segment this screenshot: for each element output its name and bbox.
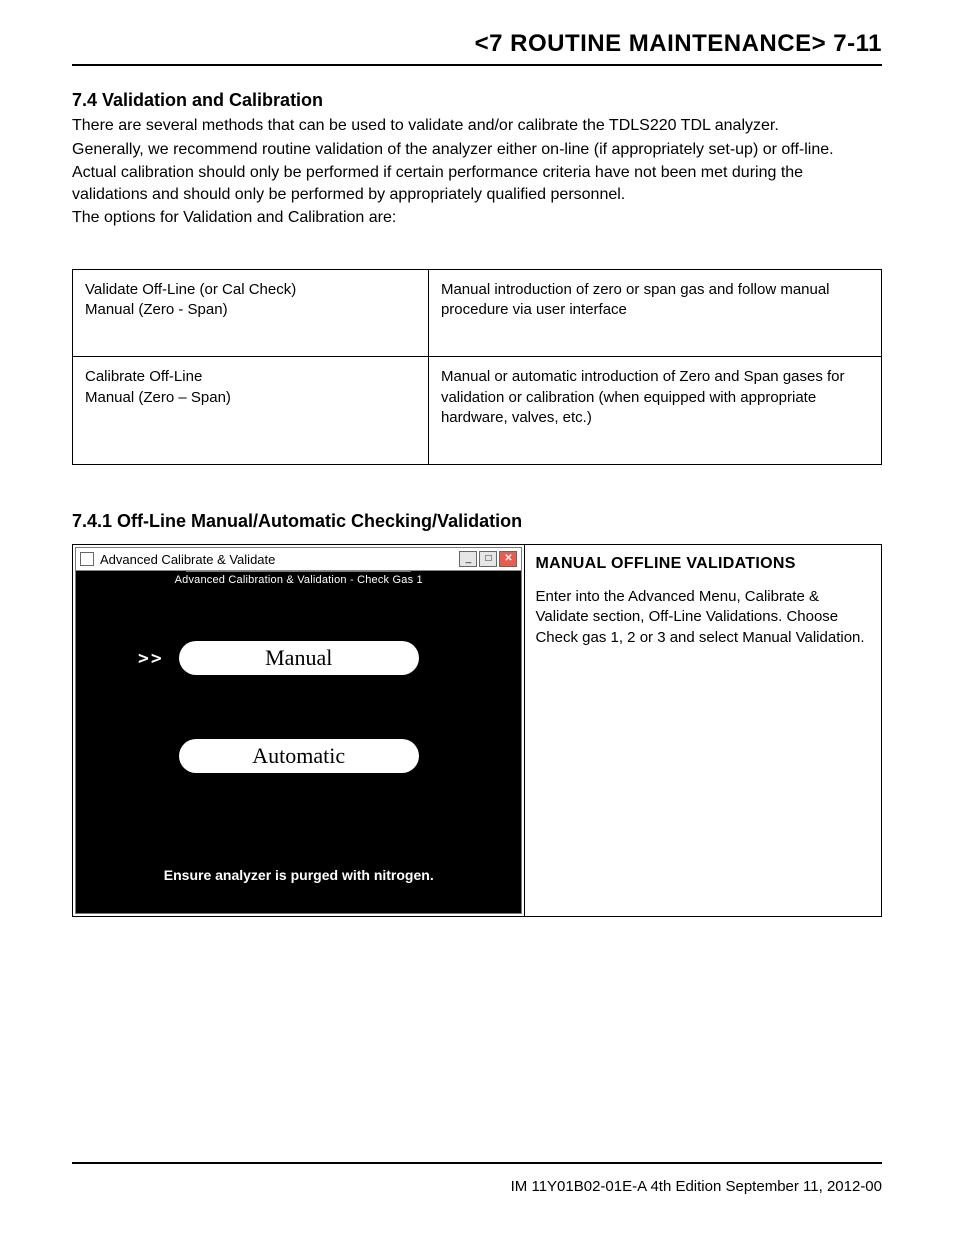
dialog-titlebar: Advanced Calibrate & Validate _ □ ✕ — [76, 548, 521, 571]
right-panel-heading: MANUAL OFFLINE VALIDATIONS — [535, 555, 871, 573]
subsection-heading: 7.4.1 Off-Line Manual/Automatic Checking… — [72, 511, 882, 532]
dialog-note: Ensure analyzer is purged with nitrogen. — [76, 857, 521, 913]
dialog-title: Advanced Calibrate & Validate — [100, 552, 275, 567]
offline-layout: Advanced Calibrate & Validate _ □ ✕ Adva… — [72, 544, 882, 917]
close-button[interactable]: ✕ — [499, 551, 517, 567]
body-paragraph: The options for Validation and Calibrati… — [72, 207, 882, 229]
options-left-cell: Validate Off-Line (or Cal Check) Manual … — [73, 269, 429, 357]
table-row: Validate Off-Line (or Cal Check) Manual … — [73, 269, 882, 357]
dialog-window: Advanced Calibrate & Validate _ □ ✕ Adva… — [75, 547, 522, 914]
option-left-line: Calibrate Off-Line — [85, 368, 202, 385]
option-left-line: Manual (Zero – Span) — [85, 389, 231, 406]
page-title: <7 ROUTINE MAINTENANCE> 7-11 — [72, 30, 882, 58]
option-left-line: Validate Off-Line (or Cal Check) — [85, 281, 296, 298]
maximize-button[interactable]: □ — [479, 551, 497, 567]
options-right-cell: Manual or automatic introduction of Zero… — [428, 357, 881, 465]
options-right-cell: Manual introduction of zero or span gas … — [428, 269, 881, 357]
table-row: Calibrate Off-Line Manual (Zero – Span) … — [73, 357, 882, 465]
body-paragraph: Actual calibration should only be perfor… — [72, 162, 882, 205]
body-paragraph: There are several methods that can be us… — [72, 115, 882, 137]
minimize-button[interactable]: _ — [459, 551, 477, 567]
body-paragraph: Generally, we recommend routine validati… — [72, 139, 882, 161]
selection-marker-icon: >> — [138, 648, 164, 669]
manual-option-button[interactable]: Manual — [179, 641, 419, 675]
options-table: Validate Off-Line (or Cal Check) Manual … — [72, 269, 882, 465]
dialog-subtitle: Advanced Calibration & Validation - Chec… — [76, 572, 521, 587]
app-icon — [80, 552, 94, 566]
options-left-cell: Calibrate Off-Line Manual (Zero – Span) — [73, 357, 429, 465]
section-heading: 7.4 Validation and Calibration — [72, 90, 882, 111]
page-footer: IM 11Y01B02-01E-A 4th Edition September … — [72, 1162, 882, 1195]
dialog-screenshot: Advanced Calibrate & Validate _ □ ✕ Adva… — [73, 545, 525, 916]
option-left-line: Manual (Zero - Span) — [85, 301, 228, 318]
right-panel-paragraph: Enter into the Advanced Menu, Calibrate … — [535, 587, 871, 648]
footer-text: IM 11Y01B02-01E-A 4th Edition September … — [72, 1178, 882, 1195]
automatic-option-button[interactable]: Automatic — [179, 739, 419, 773]
